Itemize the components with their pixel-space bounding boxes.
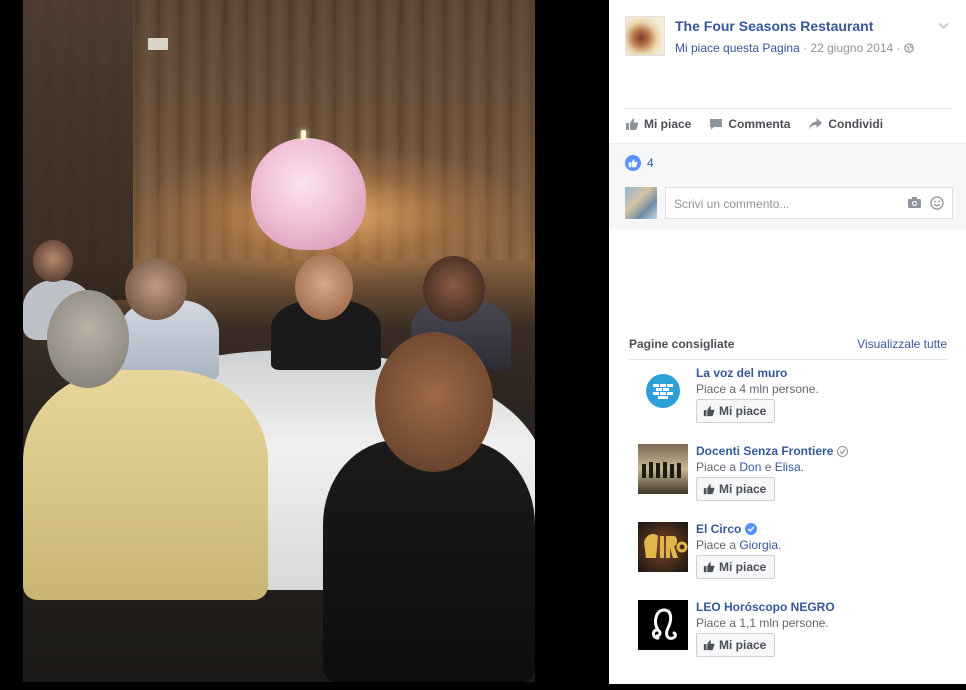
- like-page-button[interactable]: Mi piace: [696, 633, 776, 657]
- friend-link[interactable]: Giorgia: [739, 538, 778, 552]
- page-name-link[interactable]: The Four Seasons Restaurant: [675, 18, 873, 34]
- photo-guest-head: [423, 256, 485, 322]
- friend-link[interactable]: Don: [739, 460, 761, 474]
- meta-separator: ·: [893, 41, 904, 55]
- comment-input[interactable]: Scrivi un commento...: [665, 187, 953, 219]
- photo-cotton-candy: [251, 138, 366, 250]
- divider: [625, 108, 951, 109]
- comment-placeholder: Scrivi un commento...: [674, 197, 790, 211]
- like-page-button[interactable]: Mi piace: [696, 555, 776, 579]
- like-page-button[interactable]: Mi piace: [696, 477, 776, 501]
- reaction-summary[interactable]: 4: [625, 155, 654, 171]
- desc-text: .: [800, 460, 805, 474]
- comment-icon: [710, 119, 723, 130]
- desc-text: Piace a: [696, 460, 740, 474]
- suggested-page-name[interactable]: El Circo: [696, 522, 758, 536]
- chevron-down-icon[interactable]: [938, 20, 949, 31]
- globe-icon: [904, 43, 914, 53]
- photo-exit-sign: [148, 38, 168, 50]
- suggested-page-desc: Piace a Don e Elisa.: [696, 460, 804, 474]
- share-label: Condividi: [828, 117, 884, 131]
- desc-text: .: [778, 538, 782, 552]
- emoji-icon[interactable]: [930, 196, 944, 210]
- desc-text: e: [761, 460, 775, 474]
- photo-guest-head: [33, 240, 73, 282]
- photo-viewer: The Four Seasons Restaurant Mi piace que…: [0, 0, 966, 690]
- comment-label: Commenta: [728, 117, 791, 131]
- thumbs-up-icon: [626, 118, 639, 130]
- comment-composer: Scrivi un commento...: [625, 187, 955, 219]
- camera-icon[interactable]: [907, 196, 922, 209]
- user-avatar[interactable]: [625, 187, 657, 219]
- suggested-page-name[interactable]: LEO Horóscopo NEGRO: [696, 600, 835, 614]
- like-page-button[interactable]: Mi piace: [696, 399, 776, 423]
- page-thumbnail-leo-horoscopo[interactable]: [638, 600, 688, 650]
- like-page-label: Mi piace: [719, 404, 767, 418]
- suggested-page-item: La voz del muro Piace a 4 mln persone. M…: [638, 366, 947, 426]
- friend-link[interactable]: Elisa: [775, 460, 801, 474]
- post-header: The Four Seasons Restaurant Mi piace que…: [609, 0, 966, 108]
- page-name-text[interactable]: El Circo: [696, 522, 741, 536]
- photo-candle: [301, 130, 306, 140]
- like-page-label: Mi piace: [719, 638, 767, 652]
- page-thumbnail-la-voz-del-muro[interactable]: [638, 366, 688, 416]
- page-thumbnail-docenti-senza-frontiere[interactable]: [638, 444, 688, 494]
- post-side-panel: The Four Seasons Restaurant Mi piace que…: [609, 0, 966, 684]
- thumbs-up-icon: [703, 562, 715, 573]
- suggested-pages-header: Pagine consigliate Visualizzale tutte: [629, 337, 947, 360]
- verified-badge-icon: [745, 523, 758, 535]
- desc-text: Piace a: [696, 538, 740, 552]
- suggested-page-name[interactable]: Docenti Senza Frontiere: [696, 444, 849, 458]
- reactions-and-comments: 4 Scrivi un commento...: [609, 143, 966, 229]
- like-button[interactable]: Mi piace: [625, 117, 691, 131]
- like-page-link[interactable]: Mi piace questa Pagina: [675, 41, 800, 55]
- reaction-count: 4: [647, 156, 654, 170]
- share-arrow-icon: [809, 118, 823, 130]
- post-date[interactable]: 22 giugno 2014: [810, 41, 893, 55]
- page-avatar[interactable]: [625, 16, 665, 56]
- share-button[interactable]: Condividi: [808, 117, 883, 131]
- photo-guest-head: [375, 332, 493, 472]
- photo-guest-head: [295, 254, 353, 320]
- photo-guest: [323, 440, 535, 682]
- suggested-page-desc: Piace a 1,1 mln persone.: [696, 616, 829, 630]
- photo-guest: [23, 370, 268, 600]
- page-name-text[interactable]: La voz del muro: [696, 366, 787, 380]
- suggested-page-item: Docenti Senza Frontiere Piace a Don e El…: [638, 444, 947, 504]
- like-reaction-icon: [625, 155, 641, 171]
- suggested-pages: Pagine consigliate Visualizzale tutte: [629, 337, 947, 360]
- post-meta: Mi piace questa Pagina · 22 giugno 2014 …: [675, 41, 914, 55]
- suggested-pages-title: Pagine consigliate: [629, 337, 735, 351]
- like-page-label: Mi piace: [719, 560, 767, 574]
- thumbs-up-icon: [703, 484, 715, 495]
- verified-grey-icon: [837, 445, 849, 457]
- see-all-link[interactable]: Visualizzale tutte: [857, 337, 947, 351]
- post-photo[interactable]: [23, 0, 535, 682]
- page-thumbnail-el-circo[interactable]: [638, 522, 688, 572]
- post-actions: Mi piace Commenta Condividi: [625, 117, 883, 131]
- photo-guest-head: [125, 258, 187, 320]
- page-name-text[interactable]: LEO Horóscopo NEGRO: [696, 600, 835, 614]
- viewer-bottom-edge: [0, 684, 966, 690]
- thumbs-up-icon: [703, 640, 715, 651]
- page-name-text[interactable]: Docenti Senza Frontiere: [696, 444, 833, 458]
- suggested-page-name[interactable]: La voz del muro: [696, 366, 787, 380]
- comment-button[interactable]: Commenta: [709, 117, 790, 131]
- meta-separator: ·: [799, 41, 811, 55]
- like-page-label: Mi piace: [719, 482, 767, 496]
- suggested-page-item: LEO Horóscopo NEGRO Piace a 1,1 mln pers…: [638, 600, 947, 660]
- photo-guest-head: [47, 290, 129, 388]
- thumbs-up-icon: [703, 406, 715, 417]
- like-label: Mi piace: [644, 117, 692, 131]
- suggested-page-item: El Circo Piace a Giorgia. Mi piace: [638, 522, 947, 582]
- suggested-page-desc: Piace a 4 mln persone.: [696, 382, 819, 396]
- suggested-page-desc: Piace a Giorgia.: [696, 538, 781, 552]
